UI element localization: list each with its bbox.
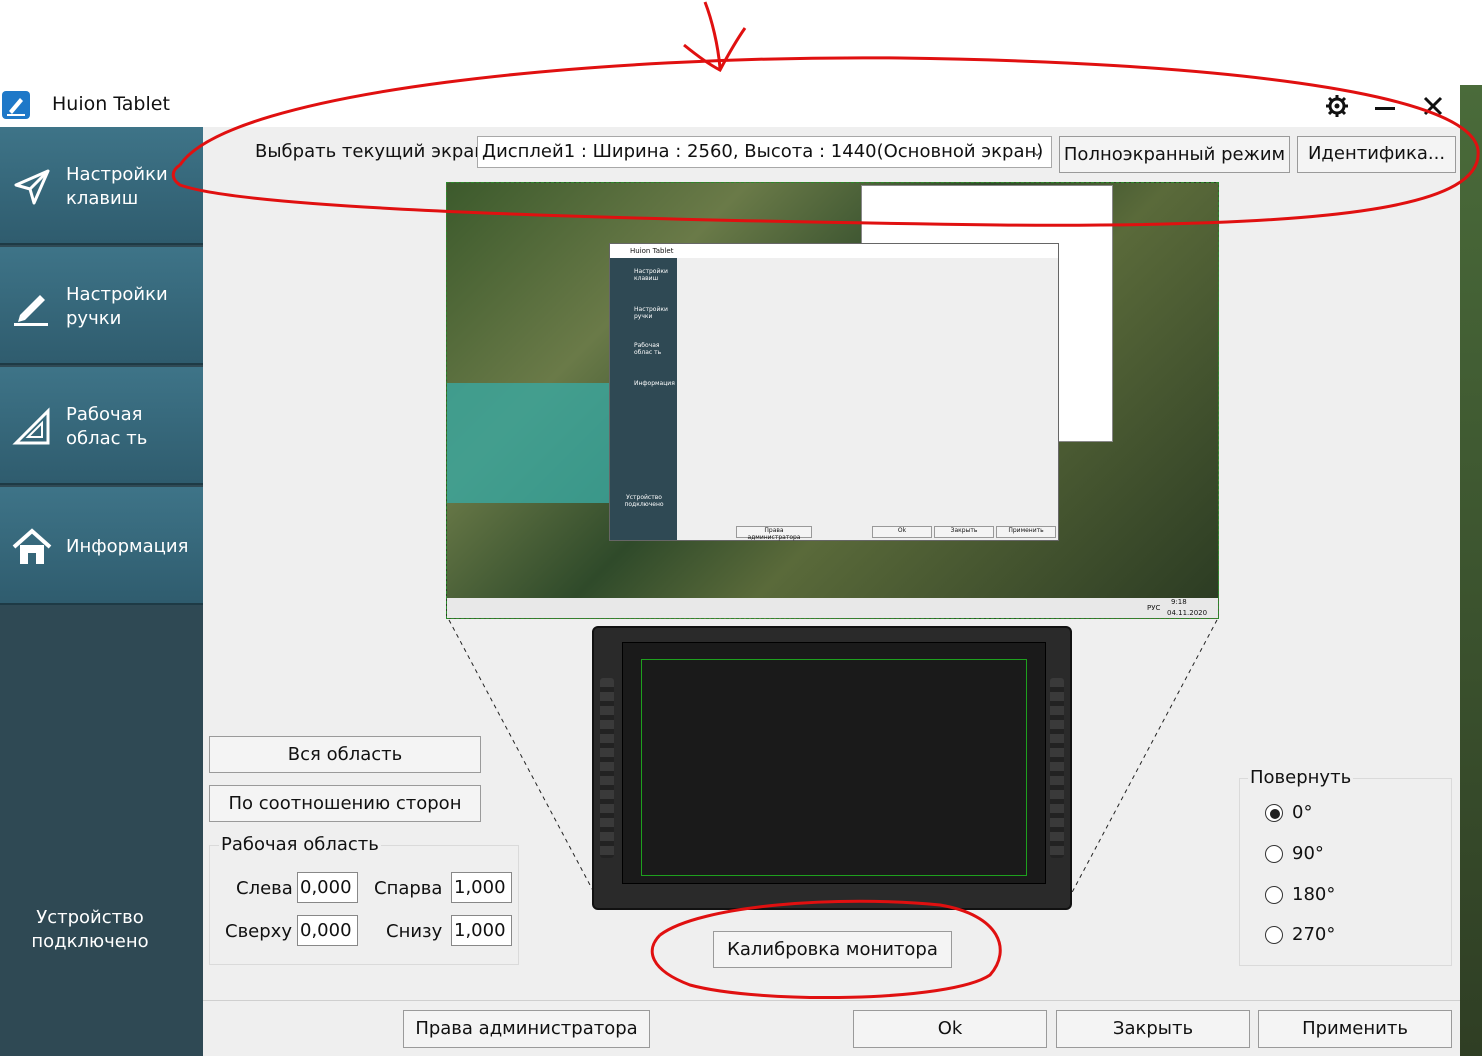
preview-taskbar-lang: РУС: [1147, 604, 1161, 612]
title-bar: [0, 85, 1460, 127]
tablet-illustration: [592, 626, 1072, 910]
identify-button[interactable]: Идентифика...: [1297, 136, 1456, 173]
rotate-90-label: 90°: [1292, 843, 1324, 864]
window-title: Huion Tablet: [52, 93, 170, 115]
home-icon: [12, 527, 52, 567]
tablet-active-area[interactable]: [641, 659, 1027, 876]
sidebar-item-key-settings[interactable]: Настройки клавиш: [0, 127, 203, 245]
sidebar-item-label: Настройки клавиш: [66, 164, 168, 209]
full-area-button[interactable]: Вся область: [209, 736, 481, 773]
annotation-arrow: [683, 1, 747, 72]
close-icon[interactable]: [1418, 92, 1448, 120]
calibrate-monitor-button[interactable]: Калибровка монитора: [713, 931, 952, 968]
sidebar-item-work-area[interactable]: Рабочая облас ть: [0, 367, 203, 485]
bottom-input[interactable]: 1,000: [451, 915, 512, 946]
preview-sidebar-item: Настройки ручки: [634, 306, 668, 320]
rotate-180-radio[interactable]: [1265, 886, 1283, 904]
preview-taskbar-date: 04.11.2020: [1167, 609, 1208, 617]
preview-apply-button: Применить: [996, 526, 1056, 538]
sidebar-item-label: Рабочая облас ть: [66, 404, 148, 449]
preview-water-area: [447, 383, 617, 503]
top-label: Сверху: [225, 921, 292, 942]
fullscreen-button[interactable]: Полноэкранный режим: [1059, 136, 1290, 173]
close-button[interactable]: Закрыть: [1056, 1010, 1250, 1048]
screen-select-value: Дисплей1 : Ширина : 2560, Высота : 1440(…: [482, 141, 1044, 162]
footer-separator: [203, 1000, 1460, 1001]
sidebar-item-pen-settings[interactable]: Настройки ручки: [0, 247, 203, 365]
sidebar-item-label: Информация: [66, 536, 189, 557]
screen-select-label: Выбрать текущий экран: [255, 141, 487, 162]
preview-app-sidebar: Настройки клавиш Настройки ручки Рабочая…: [610, 258, 677, 540]
device-status: Устройство подключено: [31, 907, 149, 952]
tablet-left-keys: [600, 678, 614, 858]
top-input[interactable]: 0,000: [297, 915, 358, 946]
rotate-0-radio[interactable]: [1265, 804, 1283, 822]
set-square-icon: [12, 407, 52, 447]
aspect-ratio-button[interactable]: По соотношению сторон: [209, 785, 481, 822]
ok-button[interactable]: Ok: [853, 1010, 1047, 1048]
work-area-title: Рабочая область: [219, 834, 381, 855]
desktop-background-strip: [1460, 85, 1482, 1056]
rotate-270-label: 270°: [1292, 924, 1336, 945]
app-logo-icon: [2, 91, 30, 119]
sidebar-item-label: Настройки ручки: [66, 284, 168, 329]
rotate-180-label: 180°: [1292, 884, 1336, 905]
settings-gear-icon[interactable]: [1322, 92, 1352, 120]
rotate-90-radio[interactable]: [1265, 845, 1283, 863]
pen-icon: [12, 287, 52, 327]
preview-taskbar-time: 9:18: [1171, 598, 1187, 606]
right-input[interactable]: 1,000: [451, 872, 512, 903]
sidebar-item-info[interactable]: Информация: [0, 487, 203, 605]
preview-app-title: Huion Tablet: [610, 244, 1058, 258]
preview-admin-button: Права администратора: [736, 526, 812, 541]
screen-preview: Huion Tablet Настройки клавиш Настройки …: [446, 182, 1219, 619]
preview-device-status: Устройство подключено: [624, 494, 664, 508]
work-area-group: [209, 845, 519, 965]
tablet-right-keys: [1050, 678, 1064, 858]
bottom-label: Снизу: [386, 921, 443, 942]
preview-ok-button: Ok: [872, 526, 932, 538]
admin-rights-button[interactable]: Права администратора: [403, 1010, 650, 1048]
left-input[interactable]: 0,000: [297, 872, 358, 903]
preview-close-button: Закрыть: [934, 526, 994, 538]
left-label: Слева: [236, 878, 293, 899]
rotate-270-radio[interactable]: [1265, 926, 1283, 944]
preview-taskbar: РУС 9:18 04.11.2020: [447, 598, 1218, 618]
preview-sidebar-item: Настройки клавиш: [634, 268, 668, 282]
right-label: Спарва: [374, 878, 443, 899]
preview-sidebar-item: Информация: [634, 380, 675, 387]
send-arrow-icon: [12, 167, 52, 207]
apply-button[interactable]: Применить: [1258, 1010, 1452, 1048]
chevron-down-icon: ⌄: [1031, 144, 1043, 160]
screen-select[interactable]: Дисплей1 : Ширина : 2560, Высота : 1440(…: [477, 136, 1052, 168]
preview-sidebar-item: Рабочая облас ть: [634, 342, 662, 356]
minimize-icon[interactable]: [1370, 92, 1400, 120]
rotate-title: Повернуть: [1248, 767, 1354, 788]
tablet-display: [622, 642, 1046, 884]
preview-app-window: Huion Tablet Настройки клавиш Настройки …: [609, 243, 1059, 541]
rotate-0-label: 0°: [1292, 802, 1313, 823]
